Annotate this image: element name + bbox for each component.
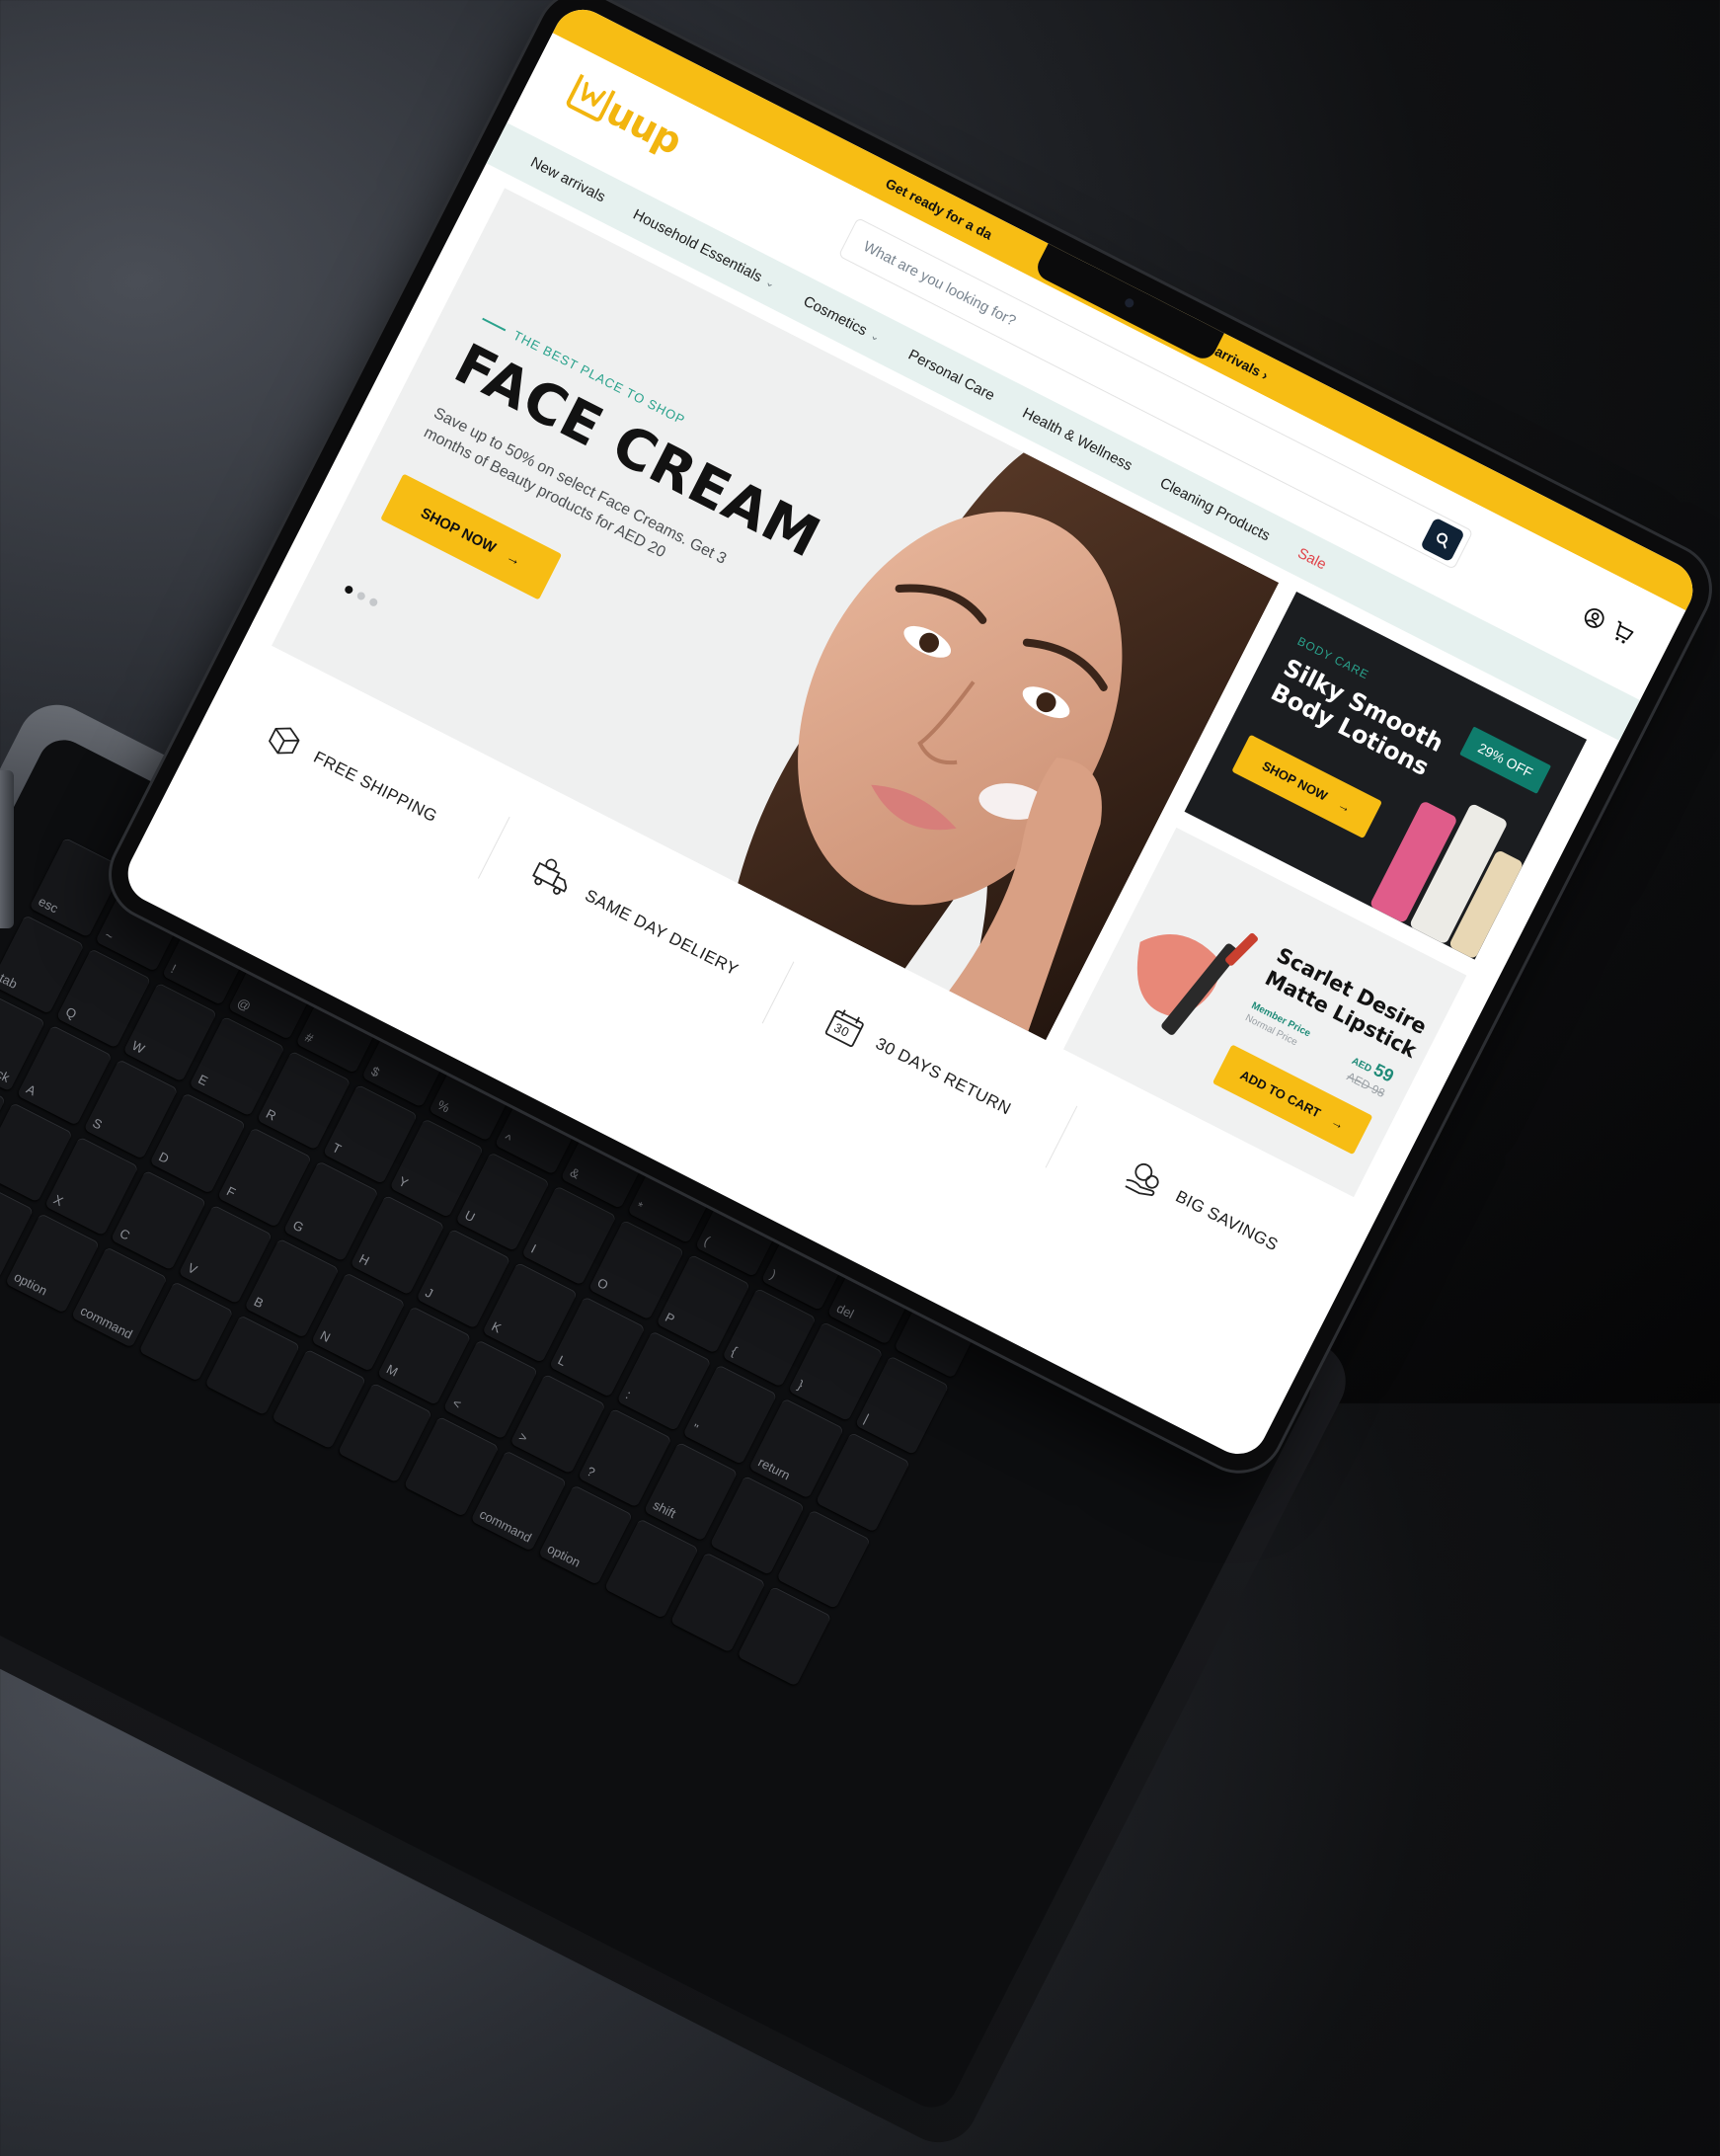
lipstick-image	[1136, 932, 1258, 1035]
arrow-right-icon: →	[1328, 1113, 1348, 1133]
carousel-dot[interactable]	[367, 597, 379, 608]
feature-label: SAME DAY DELIERY	[582, 885, 742, 980]
camera-icon	[1123, 296, 1135, 309]
account-icon[interactable]	[1580, 603, 1609, 633]
nav-item-sale[interactable]: Sale	[1295, 544, 1329, 573]
button-label: ADD TO CART	[1237, 1067, 1324, 1121]
carousel-dots	[343, 584, 379, 608]
arrow-right-icon: →	[503, 547, 524, 570]
button-label: SHOP NOW	[418, 504, 500, 557]
chevron-down-icon: ⌄	[763, 276, 778, 291]
eyebrow-line	[482, 317, 507, 331]
search-icon	[1437, 532, 1448, 549]
chevron-down-icon: ⌄	[868, 329, 883, 345]
header-icons	[1580, 603, 1637, 647]
search-button[interactable]	[1420, 517, 1465, 563]
arrow-right-icon: →	[1335, 796, 1355, 816]
savings-icon	[1125, 1163, 1160, 1197]
feature-label: BIG SAVINGS	[1172, 1186, 1282, 1255]
delivery-truck-icon	[532, 858, 568, 895]
feature-label: FREE SHIPPING	[310, 747, 441, 827]
chevron-right-icon: ›	[1259, 366, 1272, 384]
logo-text: uup	[599, 89, 689, 163]
calendar-icon: 30	[821, 1003, 869, 1050]
discount-badge: 29% OFF	[1459, 726, 1552, 794]
feature-label: 30 DAYS RETURN	[872, 1033, 1015, 1119]
carousel-dot[interactable]	[343, 584, 354, 596]
lotion-tubes-image	[1370, 802, 1523, 958]
button-label: SHOP NOW	[1260, 758, 1331, 804]
carousel-dot[interactable]	[355, 591, 367, 601]
nav-label: Sale	[1294, 544, 1330, 573]
box-icon	[268, 727, 300, 755]
laptop-side-ports	[0, 770, 14, 928]
cart-icon[interactable]	[1607, 618, 1637, 648]
